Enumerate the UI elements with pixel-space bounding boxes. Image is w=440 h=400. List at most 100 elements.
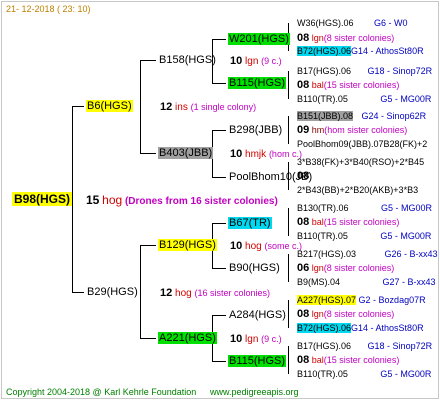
connector (288, 346, 289, 374)
abbr: bal (311, 355, 324, 365)
gen4-drone-row: 08 (297, 170, 309, 182)
gen4-row[interactable]: B130(TR).06 G5 - MG00R (297, 202, 432, 214)
queen-id: B110(TR).05 (297, 369, 348, 379)
root-queen[interactable]: B98(HGS) (12, 192, 73, 206)
queen-origin: G24 - Sinop62R (361, 111, 427, 121)
num: 10 (230, 148, 243, 160)
queen-id: A227(HGS).07 (297, 295, 357, 305)
queen-origin: G26 - B-xx43 (384, 249, 438, 259)
connector (140, 245, 141, 338)
num: 12 (160, 101, 173, 113)
queen-origin: G18 - Sinop72R (367, 66, 433, 76)
gen4-row[interactable]: B72(HGS).06G14 - AthosSt80R (297, 45, 424, 57)
note: (1 single colony) (190, 102, 257, 112)
connector (212, 39, 226, 40)
gen4-row[interactable]: B151(JBB).08 G24 - Sinop62R (297, 110, 426, 122)
abbr: lgn (311, 263, 324, 273)
gen4-row[interactable]: B217(HGS).03 G26 - B-xx43 (297, 248, 438, 260)
note: (15 sister colonies) (323, 355, 400, 365)
queen-id: 3*B38(FK)+3*B40(RSO)+2*B45 (297, 157, 425, 167)
queen-b158[interactable]: B158(HGS) (158, 54, 217, 66)
queen-origin: B28(FK)+2 (383, 139, 428, 149)
queen-origin: G5 - MG00R (380, 369, 432, 379)
queen-b115[interactable]: B115(HGS) (228, 77, 287, 89)
num: 10 (230, 55, 243, 67)
queen-id: B17(HGS).06 (297, 66, 352, 76)
gen4-row[interactable]: A227(HGS).07 G2 - Bozdag07R (297, 294, 426, 306)
connector (288, 300, 289, 328)
connector (140, 60, 156, 61)
copyright: Copyright 2004-2018 @ Karl Kehrle Founda… (6, 387, 197, 397)
gen4-drone-row: 09 hm(hom sister colonies) (297, 124, 407, 136)
queen-b67[interactable]: B67(TR) (228, 217, 272, 229)
abbr: lgn (245, 56, 259, 67)
gen4-row[interactable]: B110(TR).05 G5 - MG00R (297, 368, 431, 380)
connector (212, 315, 226, 316)
gen4-drone-row: 08 bal(15 sister colonies) (297, 216, 399, 228)
queen-b298[interactable]: B298(JBB) (228, 124, 283, 136)
abbr: ins (175, 102, 188, 113)
connector (140, 153, 156, 154)
gen4-row[interactable]: B72(HGS).06G14 - AthosSt80R (297, 322, 424, 334)
father-queen[interactable]: B29(HGS) (86, 286, 139, 298)
num: 09 (297, 124, 310, 136)
gen4-row[interactable]: B110(TR).05 G5 - MG00R (297, 93, 431, 105)
drone-info: 10 lgn (9 c.) (230, 333, 282, 346)
queen-origin: G2 - Bozdag07R (358, 295, 426, 305)
drone-info: 10 lgn (9 c.) (230, 55, 282, 68)
queen-b403[interactable]: B403(JBB) (158, 147, 214, 159)
queen-b90[interactable]: B90(HGS) (228, 262, 281, 274)
queen-a221[interactable]: A221(HGS) (158, 332, 217, 344)
connector (140, 245, 156, 246)
num: 10 (230, 240, 243, 252)
queen-w201[interactable]: W201(HGS) (228, 33, 290, 45)
connector (72, 292, 84, 293)
connector (288, 116, 289, 144)
gen4-row[interactable]: B110(TR).05 G5 - MG00R (297, 230, 431, 242)
queen-origin: G14 - AthosSt80R (351, 323, 424, 333)
connector (72, 106, 73, 292)
gen4-row[interactable]: B17(HGS).06 G18 - Sinop72R (297, 65, 432, 77)
root-drone-info: 15 hog (Drones from 16 sister colonies) (86, 194, 278, 208)
queen-b129[interactable]: B129(HGS) (158, 239, 217, 251)
site-link[interactable]: www.pedigreeapis.org (210, 386, 299, 398)
abbr: hog (245, 241, 262, 252)
gen4-row[interactable]: B9(MS).04 G27 - B-xx43 (297, 276, 436, 288)
queen-b115-b[interactable]: B115(HGS) (228, 355, 287, 367)
note: (8 sister colonies) (323, 263, 395, 273)
mother-drone-info: 12 ins (1 single colony) (160, 101, 256, 114)
connector (140, 60, 141, 153)
gen4-row[interactable]: 2*B43(BB)+2*B20(AKB)+3*B3 (297, 184, 418, 196)
queen-id: B130(TR).06 (297, 203, 349, 213)
queen-id: B151(JBB).08 (297, 111, 354, 121)
gen4-drone-row: 08 lgn(8 sister colonies) (297, 32, 394, 44)
connector (288, 208, 289, 236)
gen4-row[interactable]: W36(HGS).06 G6 - W0 (297, 17, 408, 29)
gen4-row[interactable]: B17(HGS).06 G18 - Sinop72R (297, 340, 432, 352)
num: 10 (230, 333, 243, 345)
connector (212, 177, 226, 178)
queen-a284[interactable]: A284(HGS) (228, 309, 287, 321)
note: (16 sister colonies) (194, 288, 271, 298)
gen4-row[interactable]: PoolBhom09(JBB).07B28(FK)+2 (297, 138, 427, 150)
abbr: hm (311, 125, 325, 135)
connector (288, 254, 289, 282)
gen4-drone-row: 08 bal(15 sister colonies) (297, 79, 399, 91)
gen4-row[interactable]: 3*B38(FK)+3*B40(RSO)+2*B45 (297, 156, 424, 168)
note: (hom sister colonies) (324, 125, 408, 135)
abbr: lgn (245, 334, 259, 345)
mother-queen[interactable]: B6(HGS) (86, 100, 133, 112)
queen-id: PoolBhom09(JBB).07 (297, 139, 384, 149)
note: (9 c.) (261, 334, 282, 344)
root-note: (Drones from 16 sister colonies) (124, 196, 278, 207)
connector (212, 268, 226, 269)
queen-id: B110(TR).05 (297, 231, 348, 241)
queen-id: B217(HGS).03 (297, 249, 357, 259)
root-abbr: hog (102, 193, 123, 207)
abbr: lgn (311, 309, 324, 319)
queen-origin: G5 - MG00R (380, 94, 432, 104)
queen-id: B17(HGS).06 (297, 341, 352, 351)
num: 08 (297, 308, 310, 320)
queen-id: B9(MS).04 (297, 277, 341, 287)
connector (72, 106, 84, 107)
